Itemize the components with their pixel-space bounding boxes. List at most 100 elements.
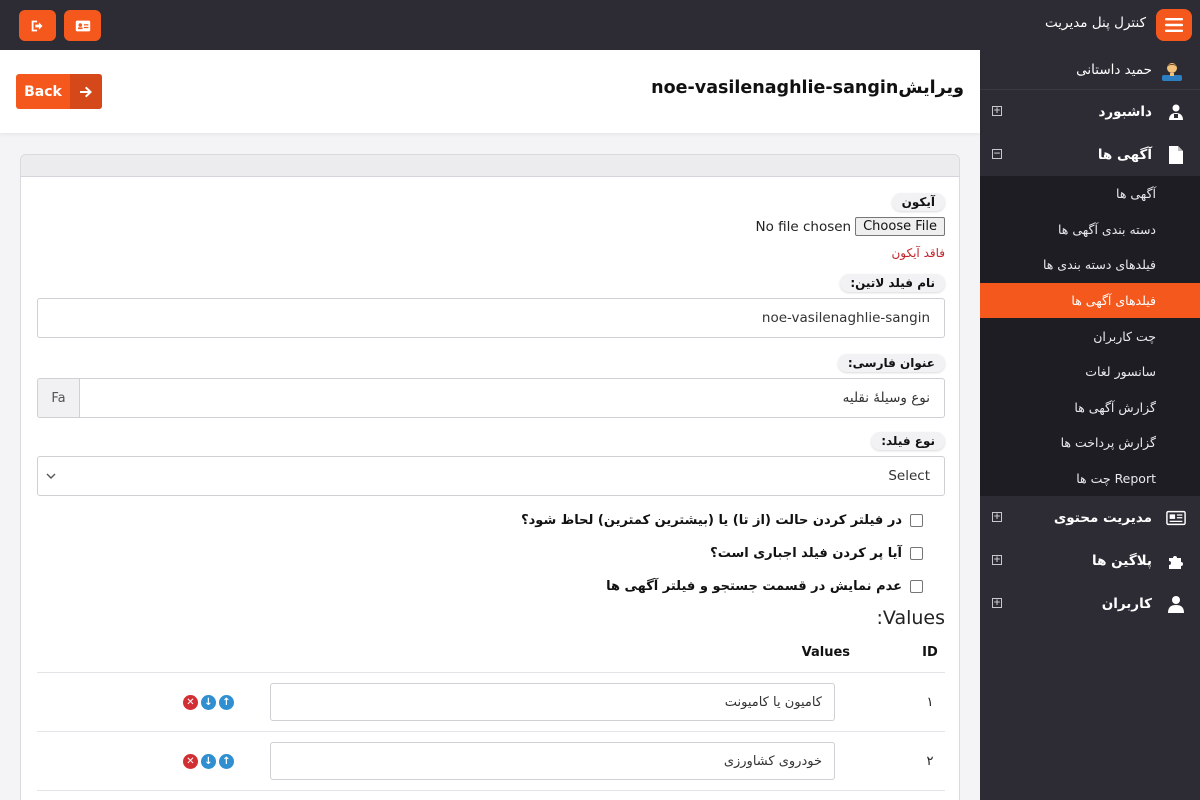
sidebar-item-dashboard[interactable]: داشبورد + <box>980 90 1200 133</box>
id-column-header: ID <box>922 645 938 660</box>
submenu-item-user-chat[interactable]: چت کاربران <box>980 318 1200 354</box>
app-title: کنترل پنل مدیریت <box>1044 15 1146 31</box>
arrow-right-icon <box>70 74 102 109</box>
submenu-label: چت کاربران <box>1093 328 1156 344</box>
page-header: Back ویرایشnoe-vasilenaghlie-sangin <box>0 50 980 133</box>
submenu-item-ad-fields[interactable]: فیلدهای آگهی ها <box>980 282 1200 319</box>
value-text: خودروی کشاورزی <box>723 753 822 769</box>
row-id: ۲ <box>926 753 934 769</box>
page-title: ویرایشnoe-vasilenaghlie-sangin <box>651 78 964 98</box>
user-profile[interactable]: حمید داستانی <box>980 50 1200 90</box>
value-input[interactable]: کامیون یا کامیونت <box>270 683 835 721</box>
user-name: حمید داستانی <box>1076 61 1152 78</box>
chevron-down-icon <box>46 468 56 484</box>
submenu-item-ads[interactable]: آگهی ها <box>980 176 1200 212</box>
row-actions: ✕ ↓ ↑ <box>183 753 234 769</box>
persian-title-value: نوع وسیلهٔ نقلیه <box>842 390 930 406</box>
submenu-item-ad-reports[interactable]: گزارش آگهی ها <box>980 390 1200 426</box>
expand-icon[interactable]: + <box>992 106 1002 116</box>
values-column-header: Values <box>801 645 850 660</box>
submenu-label: سانسور لغات <box>1085 364 1156 380</box>
table-row: ۲ خودروی کشاورزی ✕ ↓ ↑ <box>37 732 945 791</box>
top-bar: کنترل پنل مدیریت <box>0 0 1200 50</box>
required-option[interactable]: آیا پر کردن فیلد اجباری است؟ <box>37 537 945 570</box>
submenu-label: فیلدهای دسته بندی ها <box>1042 257 1156 273</box>
choose-file-button[interactable]: Choose File <box>855 217 945 236</box>
expand-icon[interactable]: + <box>992 598 1002 609</box>
back-button[interactable]: Back <box>16 74 102 109</box>
collapse-icon[interactable]: − <box>992 149 1002 159</box>
arrow-up-icon[interactable]: ↑ <box>219 753 234 769</box>
file-status: No file chosen <box>755 218 852 235</box>
submenu-item-ad-categories[interactable]: دسته بندی آگهی ها <box>980 212 1200 248</box>
delete-icon[interactable]: ✕ <box>183 753 198 769</box>
user-icon <box>1166 594 1186 614</box>
values-title: Values: <box>876 607 945 629</box>
row-actions: ✕ ↓ ↑ <box>183 694 234 710</box>
range-filter-option[interactable]: در فیلتر کردن حالت (از تا) یا (بیشترین ک… <box>37 504 945 537</box>
hide-in-search-option[interactable]: عدم نمایش در قسمت جستجو و فیلتر آگهی ها <box>37 570 945 603</box>
persian-title-label: عنوان فارسی: <box>837 354 945 372</box>
submenu-item-payment-reports[interactable]: گزارش پرداخت ها <box>980 425 1200 461</box>
persian-title-input[interactable]: نوع وسیلهٔ نقلیه <box>79 378 945 418</box>
persian-title-group: نوع وسیلهٔ نقلیه Fa <box>37 378 945 418</box>
sidebar-item-plugins[interactable]: پلاگین ها + <box>980 539 1200 582</box>
row-id: ۱ <box>926 694 934 710</box>
value-input[interactable]: خودروی کشاورزی <box>270 742 835 780</box>
sidebar-item-label: داشبورد <box>1098 103 1152 120</box>
language-addon: Fa <box>37 378 79 418</box>
values-table-header: ID Values <box>37 633 945 673</box>
sidebar-item-content[interactable]: مدیریت محتوی + <box>980 496 1200 539</box>
checkbox-label: در فیلتر کردن حالت (از تا) یا (بیشترین ک… <box>521 513 902 528</box>
expand-icon[interactable]: + <box>992 555 1002 566</box>
hide-in-search-checkbox[interactable] <box>910 580 923 593</box>
sidebar-item-label: پلاگین ها <box>1092 552 1152 569</box>
submenu-label: دسته بندی آگهی ها <box>1057 221 1156 237</box>
profile-card-button[interactable] <box>64 10 101 41</box>
avatar <box>1160 58 1184 82</box>
dashboard-icon <box>1166 102 1186 122</box>
sidebar-item-ads[interactable]: آگهی ها − <box>980 133 1200 176</box>
puzzle-icon <box>1166 551 1186 571</box>
logout-icon <box>31 20 42 31</box>
submenu-item-chat-reports[interactable]: Report چت ها <box>980 461 1200 497</box>
newspaper-icon <box>1166 508 1186 528</box>
checkbox-label: عدم نمایش در قسمت جستجو و فیلتر آگهی ها <box>606 579 902 594</box>
menu-toggle-button[interactable] <box>1156 9 1192 41</box>
value-text: کامیون یا کامیونت <box>724 694 822 710</box>
panel-heading <box>21 155 959 177</box>
sidebar-item-label: آگهی ها <box>1097 146 1152 163</box>
sidebar-item-users[interactable]: کاربران + <box>980 582 1200 625</box>
submenu-item-category-fields[interactable]: فیلدهای دسته بندی ها <box>980 247 1200 283</box>
latin-name-value: noe-vasilenaghlie-sangin <box>761 310 930 326</box>
user-avatar-icon <box>1162 62 1182 81</box>
logout-button[interactable] <box>19 10 56 41</box>
checkbox-label: آیا پر کردن فیلد اجباری است؟ <box>710 546 902 561</box>
file-input[interactable]: Choose File No file chosen <box>37 217 945 236</box>
id-card-icon <box>75 20 90 31</box>
submenu-item-word-censor[interactable]: سانسور لغات <box>980 354 1200 390</box>
sidebar-item-label: کاربران <box>1101 595 1152 612</box>
arrow-up-icon[interactable]: ↑ <box>219 694 234 710</box>
field-type-label: نوع فیلد: <box>871 432 945 450</box>
edit-field-panel: آیکون Choose File No file chosen فاقد آی… <box>20 154 960 800</box>
arrow-down-icon[interactable]: ↓ <box>201 753 216 769</box>
delete-icon[interactable]: ✕ <box>183 694 198 710</box>
sidebar-item-label: مدیریت محتوی <box>1053 509 1152 526</box>
table-row: ۱ کامیون یا کامیونت ✕ ↓ ↑ <box>37 673 945 732</box>
ads-submenu: آگهی ها دسته بندی آگهی ها فیلدهای دسته ب… <box>980 176 1200 497</box>
expand-icon[interactable]: + <box>992 512 1002 523</box>
icon-label: آیکون <box>891 193 945 211</box>
submenu-label: گزارش پرداخت ها <box>1060 435 1156 451</box>
back-button-label: Back <box>24 83 62 100</box>
arrow-down-icon[interactable]: ↓ <box>201 694 216 710</box>
submenu-label: آگهی ها <box>1116 186 1156 202</box>
latin-name-label: نام فیلد لاتین: <box>840 274 945 292</box>
latin-name-input[interactable]: noe-vasilenaghlie-sangin <box>37 298 945 338</box>
submenu-label: گزارش آگهی ها <box>1074 399 1156 415</box>
field-type-select[interactable]: Select <box>37 456 945 496</box>
required-checkbox[interactable] <box>910 547 923 560</box>
submenu-label: Report چت ها <box>1076 471 1156 487</box>
range-filter-checkbox[interactable] <box>910 514 923 527</box>
field-type-value: Select <box>888 468 930 484</box>
